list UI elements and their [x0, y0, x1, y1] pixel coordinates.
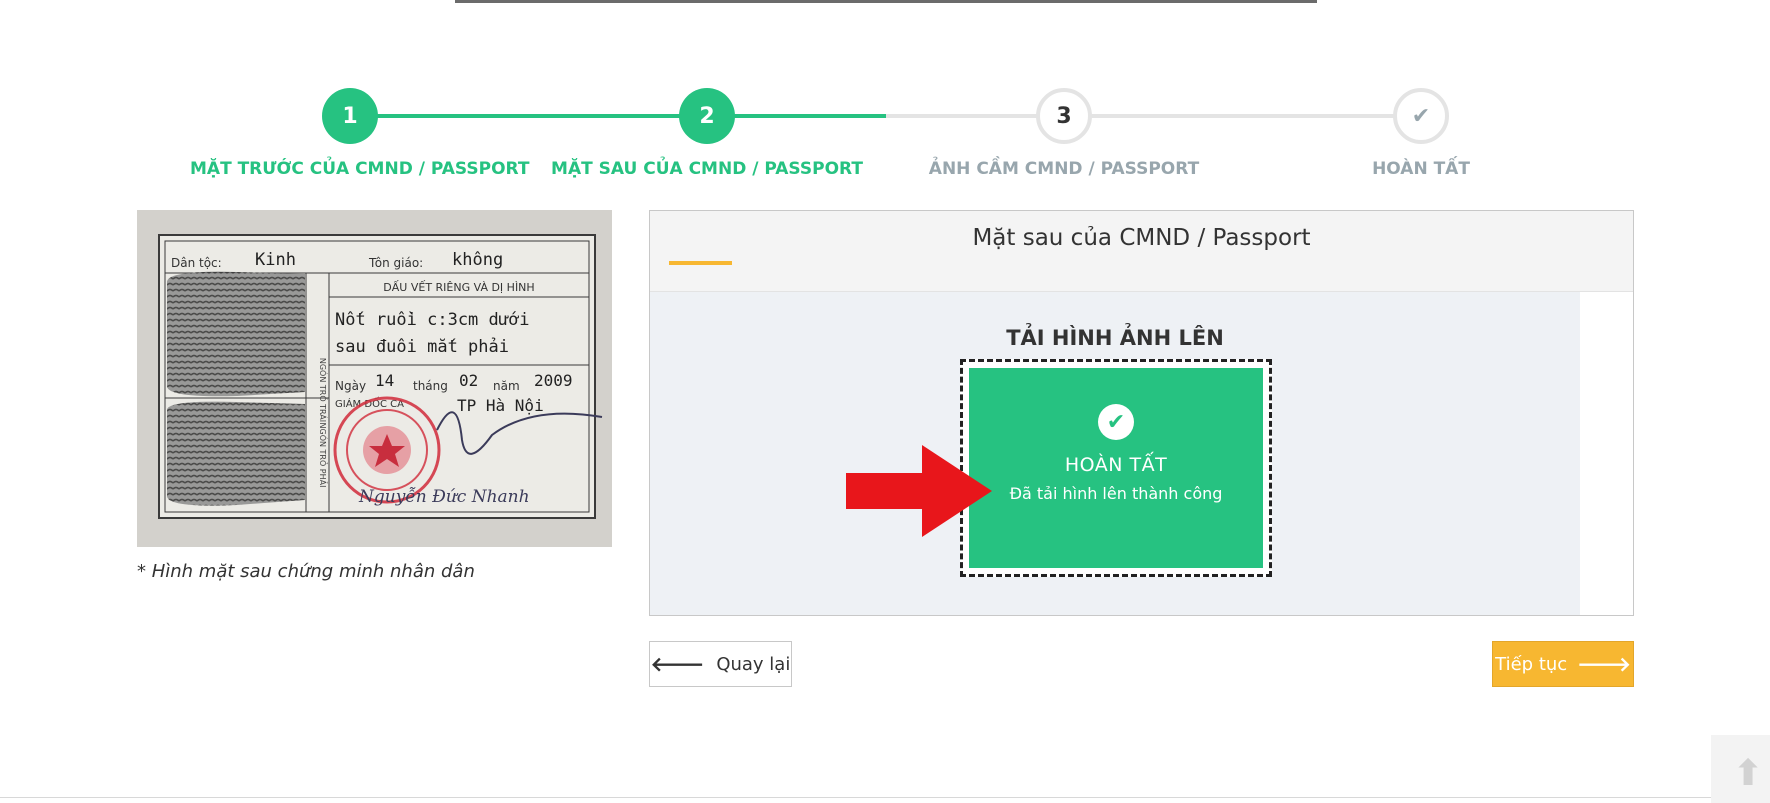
next-button[interactable]: Tiếp tục 🡒 — [1492, 641, 1634, 687]
marks-line-1: Nốt ruồi c:3cm dưới — [335, 310, 529, 330]
back-button[interactable]: 🡐 Quay lại — [649, 641, 792, 687]
step-3-label: ẢNH CẦM CMND / PASSPORT — [928, 159, 1200, 179]
signer-name: Nguyễn Đức Nhanh — [358, 487, 530, 507]
date-month-label: tháng — [413, 379, 448, 393]
date-year-label: năm — [493, 379, 520, 393]
upload-status-message: Đã tải hình lên thành công — [1009, 484, 1223, 503]
panel-body: TẢI HÌNH ẢNH LÊN ✔ HOÀN TẤT Đã tải hình … — [650, 292, 1580, 615]
upload-heading: TẢI HÌNH ẢNH LÊN — [1006, 326, 1224, 350]
upload-status-title: HOÀN TẤT — [1064, 454, 1168, 476]
step-4-label: HOÀN TẤT — [1372, 159, 1470, 179]
step-2-number: 2 — [699, 103, 715, 129]
progress-stepper: 1 MẶT TRƯỚC CỦA CMND / PASSPORT 2 MẶT SA… — [0, 0, 1770, 190]
arrow-right-icon: 🡒 — [1577, 652, 1631, 676]
marks-line-2: sau đuôi mắt phải — [335, 337, 509, 357]
check-circle-icon: ✔ — [1098, 404, 1134, 440]
panel-title: Mặt sau của CMND / Passport — [972, 225, 1311, 251]
arrow-left-icon: 🡐 — [650, 652, 705, 676]
right-thumbprint — [167, 401, 305, 506]
date-prefix: Ngày — [335, 379, 366, 393]
arrow-up-icon: ⬆ — [1733, 753, 1764, 794]
date-month: 02 — [459, 371, 478, 390]
scroll-to-top-button[interactable]: ⬆ — [1711, 735, 1770, 803]
upload-drop-zone[interactable]: ✔ HOÀN TẤT Đã tải hình lên thành công — [960, 359, 1272, 577]
marks-header: DẤU VẾT RIÊNG VÀ DỊ HÌNH — [383, 280, 534, 294]
step-2: 2 MẶT SAU CỦA CMND / PASSPORT — [547, 88, 867, 179]
step-3-circle: 3 — [1036, 88, 1092, 144]
step-3-number: 3 — [1056, 103, 1072, 129]
step-1-label: MẶT TRƯỚC CỦA CMND / PASSPORT — [190, 159, 530, 179]
step-1-circle: 1 — [322, 88, 378, 144]
next-button-label: Tiếp tục — [1495, 653, 1568, 675]
religion-label: Tôn giáo: — [368, 256, 423, 270]
step-4: ✔ HOÀN TẤT — [1261, 88, 1581, 179]
step-1: 1 MẶT TRƯỚC CỦA CMND / PASSPORT — [190, 88, 530, 179]
id-image-caption: * Hình mặt sau chứng minh nhân dân — [137, 561, 475, 582]
ethnicity-value: Kinh — [255, 250, 296, 270]
id-card-back-image: Dân tộc: Kinh Tôn giáo: không DẤU VẾT RI… — [137, 210, 612, 547]
panel-header: Mặt sau của CMND / Passport — [650, 211, 1633, 292]
step-1-number: 1 — [342, 103, 358, 129]
upload-success-box[interactable]: ✔ HOÀN TẤT Đã tải hình lên thành công — [969, 368, 1263, 568]
right-thumb-label: NGÓN TRỎ PHẢI — [318, 423, 329, 488]
step-4-circle: ✔ — [1393, 88, 1449, 144]
date-day: 14 — [375, 371, 394, 390]
step-3: 3 ẢNH CẦM CMND / PASSPORT — [904, 88, 1224, 179]
red-arrow-icon — [846, 445, 992, 537]
left-thumb-label: NGÓN TRỎ TRÁI — [318, 358, 329, 422]
upload-panel: Mặt sau của CMND / Passport TẢI HÌNH ẢNH… — [649, 210, 1634, 616]
left-thumbprint — [167, 271, 305, 397]
footer-divider — [0, 797, 1770, 798]
check-icon: ✔ — [1411, 103, 1431, 129]
date-year: 2009 — [534, 371, 573, 390]
step-2-label: MẶT SAU CỦA CMND / PASSPORT — [551, 159, 863, 179]
ethnicity-label: Dân tộc: — [171, 256, 222, 270]
issuing-city: TP Hà Nội — [457, 396, 544, 415]
step-2-circle: 2 — [679, 88, 735, 144]
religion-value: không — [452, 250, 503, 270]
panel-title-accent — [669, 261, 732, 265]
back-button-label: Quay lại — [716, 653, 791, 675]
